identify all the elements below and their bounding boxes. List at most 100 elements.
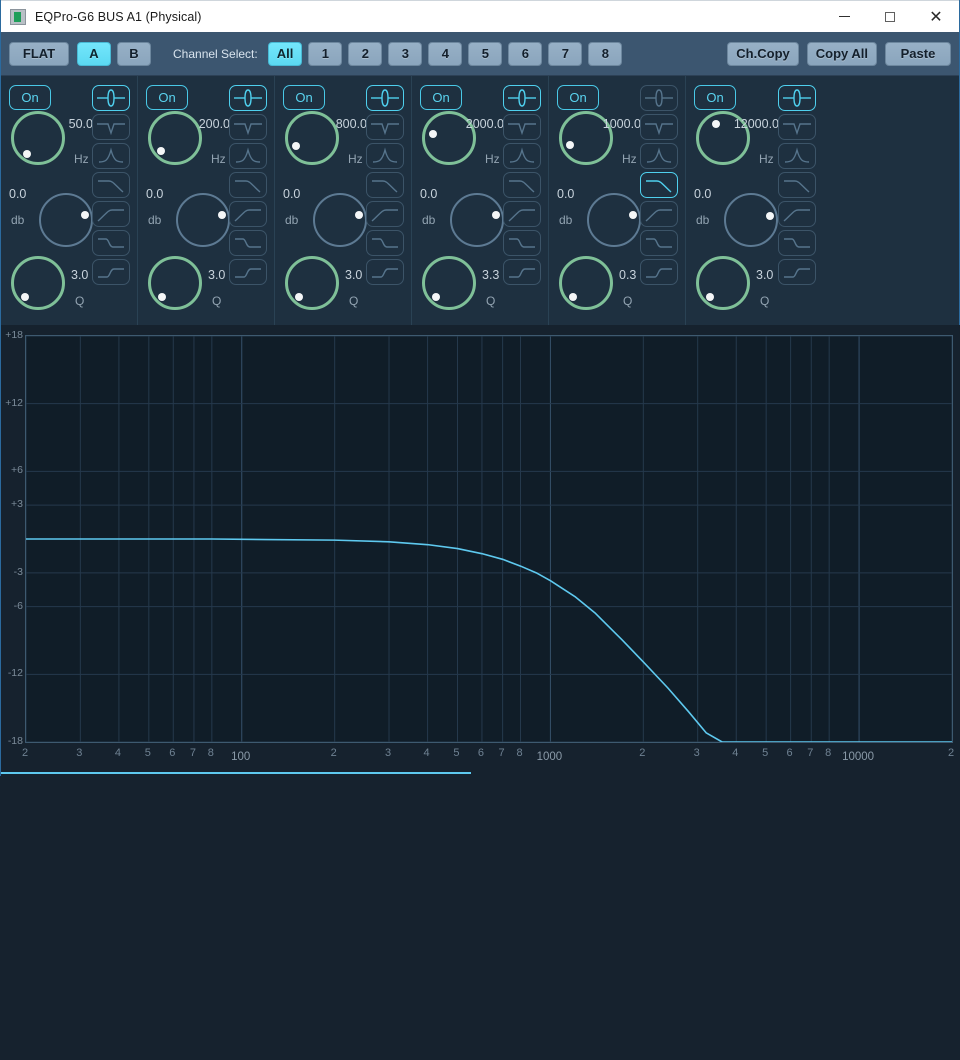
band-4-q-knob[interactable] [422,256,476,310]
band-5-q-value: 0.3 [619,268,637,282]
band-1-low-pass-button[interactable] [92,172,130,198]
low-pass-icon [96,176,126,194]
band-4-high-pass-button[interactable] [503,201,541,227]
ch-copy-button[interactable]: Ch.Copy [727,41,799,66]
band-2-peak-narrow-button[interactable] [229,143,267,169]
channel-button-all[interactable]: All [267,41,303,66]
band-3-high-pass-button[interactable] [366,201,404,227]
band-5-high-pass-button[interactable] [640,201,678,227]
flat-button[interactable]: FLAT [9,41,69,66]
band-5-bell-button[interactable] [640,85,678,111]
band-3-frequency-knob[interactable] [285,111,339,165]
band-2-on-button[interactable]: On [146,85,188,110]
channel-button-3[interactable]: 3 [388,41,423,66]
knob-indicator [157,146,166,155]
band-3-bell-button[interactable] [366,85,404,111]
band-5-low-shelf-button[interactable] [640,259,678,285]
band-6-on-button[interactable]: On [694,85,736,110]
band-1-low-shelf-button[interactable] [92,259,130,285]
band-1-gain-knob[interactable] [39,193,93,247]
band-5-gain-knob[interactable] [587,193,641,247]
channel-button-4[interactable]: 4 [428,41,463,66]
channel-button-8[interactable]: 8 [588,41,623,66]
frequency-response-graph[interactable]: +18 +12 +6 +3 -3 -6 -12 -18 2 3 4 5 6 7 8 100 2 3 4 5 6 7 8 10… [1,325,960,776]
band-2-high-shelf-button[interactable] [229,230,267,256]
band-4-on-button[interactable]: On [420,85,462,110]
band-2-high-pass-button[interactable] [229,201,267,227]
band-6-peak-narrow-button[interactable] [778,143,816,169]
band-5-low-pass-button[interactable] [640,172,678,198]
band-2-gain-knob[interactable] [176,193,230,247]
band-4-peak-narrow-button[interactable] [503,143,541,169]
band-5-q-knob[interactable] [559,256,613,310]
x-axis-labels: 2 3 4 5 6 7 8 100 2 3 4 5 6 7 8 1000 2 3 4 5 6 7 8 10000 2 [22,747,954,767]
band-1-high-shelf-button[interactable] [92,230,130,256]
band-1-high-pass-button[interactable] [92,201,130,227]
knob-indicator [158,293,167,302]
band-3-q-knob[interactable] [285,256,339,310]
x-tick-label: 5 [144,747,151,759]
band-1-bell-button[interactable] [92,85,130,111]
channel-button-2[interactable]: 2 [348,41,383,66]
band-1-frequency-knob[interactable] [11,111,65,165]
band-3-low-shelf-button[interactable] [366,259,404,285]
band-5-high-shelf-button[interactable] [640,230,678,256]
band-4-notch-button[interactable] [503,114,541,140]
band-6-high-shelf-button[interactable] [778,230,816,256]
band-6-low-pass-button[interactable] [778,172,816,198]
low-pass-icon [507,176,537,194]
paste-button[interactable]: Paste [885,41,951,66]
band-6-low-shelf-button[interactable] [778,259,816,285]
band-1-filter-types [92,85,130,285]
band-4-gain-knob[interactable] [450,193,504,247]
band-6-q-knob[interactable] [696,256,750,310]
channel-button-5[interactable]: 5 [468,41,503,66]
high-pass-icon [644,205,674,223]
ab-button-b[interactable]: B [117,41,151,66]
close-button[interactable]: ✕ [913,1,959,33]
channel-button-6[interactable]: 6 [508,41,543,66]
band-3-gain-value: 0.0 [283,187,301,201]
band-4-low-shelf-button[interactable] [503,259,541,285]
band-2-q-knob[interactable] [148,256,202,310]
band-2-low-shelf-button[interactable] [229,259,267,285]
band-6-high-pass-button[interactable] [778,201,816,227]
band-6-q-unit: Q [760,294,770,308]
band-4-high-shelf-button[interactable] [503,230,541,256]
minimize-button[interactable] [821,1,867,33]
band-2-frequency-knob[interactable] [148,111,202,165]
band-4-low-pass-button[interactable] [503,172,541,198]
band-3-high-shelf-button[interactable] [366,230,404,256]
band-6-bell-button[interactable] [778,85,816,111]
band-6-filter-types [778,85,816,285]
channel-button-1[interactable]: 1 [308,41,343,66]
ab-group: AB [77,41,151,66]
band-1-q-knob[interactable] [11,256,65,310]
band-6-notch-button[interactable] [778,114,816,140]
band-2-bell-button[interactable] [229,85,267,111]
band-3-peak-narrow-button[interactable] [366,143,404,169]
band-2-frequency-unit: Hz [211,152,226,166]
band-5-notch-button[interactable] [640,114,678,140]
band-2-q-unit: Q [212,294,222,308]
band-5-on-button[interactable]: On [557,85,599,110]
band-4-bell-button[interactable] [503,85,541,111]
plot-area[interactable] [25,335,953,743]
band-1-notch-button[interactable] [92,114,130,140]
band-3-low-pass-button[interactable] [366,172,404,198]
band-6-gain-knob[interactable] [724,193,778,247]
band-2-notch-button[interactable] [229,114,267,140]
band-1-peak-narrow-button[interactable] [92,143,130,169]
band-1-on-button[interactable]: On [9,85,51,110]
low-shelf-icon [782,263,812,281]
band-5-peak-narrow-button[interactable] [640,143,678,169]
ab-button-a[interactable]: A [77,41,111,66]
maximize-button[interactable] [867,1,913,33]
band-3-on-button[interactable]: On [283,85,325,110]
band-3-gain-knob[interactable] [313,193,367,247]
x-tick-label: 6 [477,747,484,759]
copy-all-button[interactable]: Copy All [806,41,877,66]
band-2-low-pass-button[interactable] [229,172,267,198]
band-3-notch-button[interactable] [366,114,404,140]
channel-button-7[interactable]: 7 [548,41,583,66]
